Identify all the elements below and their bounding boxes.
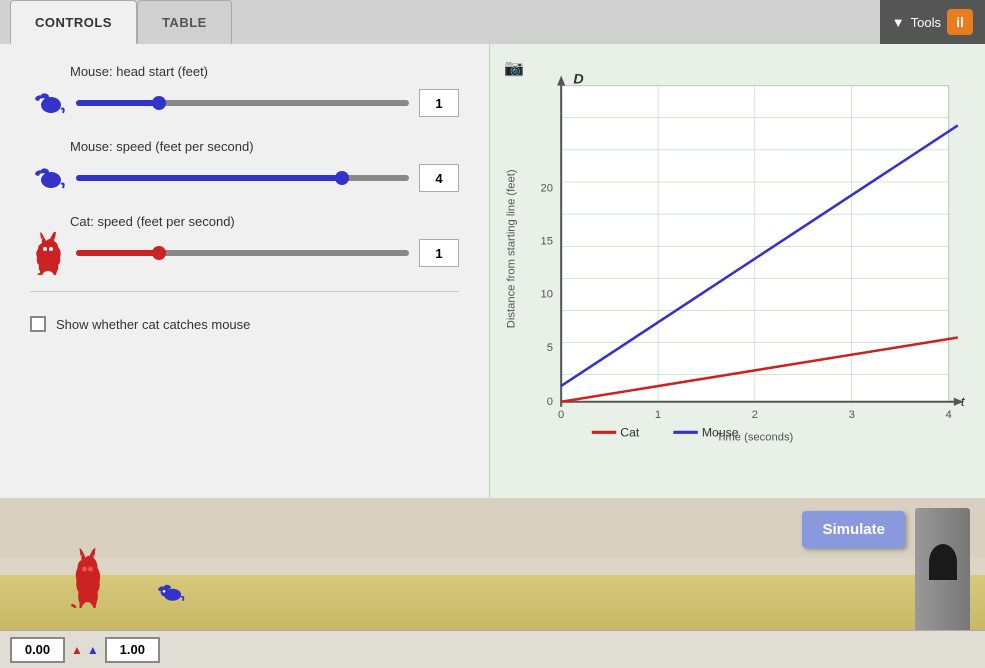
svg-text:0: 0 bbox=[547, 396, 553, 408]
simulate-button[interactable]: Simulate bbox=[802, 511, 905, 548]
cat-arrow-indicator: ▲ bbox=[71, 643, 83, 657]
simulation-area: Simulate 0.00 ▲ ▲ 1.00 bbox=[0, 498, 985, 668]
svg-text:t: t bbox=[961, 394, 966, 409]
cat-speed-label: Cat: speed (feet per second) bbox=[70, 214, 459, 229]
mouse-speed-value: 4 bbox=[419, 164, 459, 192]
mouse-headstart-slider[interactable] bbox=[76, 93, 409, 113]
svg-text:15: 15 bbox=[541, 236, 553, 248]
cat-position-box: 0.00 bbox=[10, 637, 65, 663]
mouse-icon-1 bbox=[30, 85, 66, 121]
cat-speed-track bbox=[76, 250, 409, 256]
mouse-speed-slider[interactable] bbox=[76, 168, 409, 188]
svg-text:Cat: Cat bbox=[620, 425, 640, 439]
cat-speed-fill bbox=[76, 250, 159, 256]
svg-text:Mouse: Mouse bbox=[702, 425, 739, 439]
svg-text:20: 20 bbox=[541, 183, 553, 195]
sim-floor bbox=[0, 575, 985, 630]
cat-catches-checkbox[interactable] bbox=[30, 316, 46, 332]
mouse-speed-thumb[interactable] bbox=[335, 171, 349, 185]
chart-panel: 📷 bbox=[490, 44, 985, 498]
mouse-position-box: 1.00 bbox=[105, 637, 160, 663]
svg-text:D: D bbox=[573, 72, 583, 88]
mouse-headstart-input-row: 1 bbox=[30, 85, 459, 121]
mouse-icon-2 bbox=[30, 160, 66, 196]
svg-text:5: 5 bbox=[547, 342, 553, 354]
svg-text:3: 3 bbox=[849, 409, 855, 421]
svg-text:Distance from starting line (f: Distance from starting line (feet) bbox=[505, 169, 517, 328]
controls-panel: Mouse: head start (feet) bbox=[0, 44, 490, 498]
middle-section: Mouse: head start (feet) bbox=[0, 44, 985, 498]
tools-button[interactable]: ▼ Tools il bbox=[880, 0, 985, 44]
mouse-headstart-thumb[interactable] bbox=[152, 96, 166, 110]
mouse-headstart-value: 1 bbox=[419, 89, 459, 117]
svg-text:2: 2 bbox=[752, 409, 758, 421]
tab-table[interactable]: TABLE bbox=[137, 0, 232, 44]
mouse-simulation bbox=[155, 581, 185, 610]
mouse-speed-control: Mouse: speed (feet per second) bbox=[30, 139, 459, 196]
top-bar: CONTROLS TABLE ▼ Tools il bbox=[0, 0, 985, 44]
cat-speed-value: 1 bbox=[419, 239, 459, 267]
mouse-headstart-track bbox=[76, 100, 409, 106]
tools-label: Tools bbox=[911, 15, 941, 30]
cat-icon bbox=[30, 235, 66, 271]
mouse-speed-label: Mouse: speed (feet per second) bbox=[70, 139, 459, 154]
mouse-headstart-fill bbox=[76, 100, 159, 106]
cat-simulation bbox=[65, 548, 110, 613]
svg-text:4: 4 bbox=[945, 409, 951, 421]
table-tab-label: TABLE bbox=[162, 15, 207, 30]
tools-arrow-icon: ▼ bbox=[892, 15, 905, 30]
svg-text:1: 1 bbox=[655, 409, 661, 421]
cat-speed-thumb[interactable] bbox=[152, 246, 166, 260]
checkbox-row: Show whether cat catches mouse bbox=[30, 316, 459, 332]
mouse-speed-fill bbox=[76, 175, 342, 181]
sim-controls-bar: 0.00 ▲ ▲ 1.00 bbox=[0, 630, 985, 668]
cat-speed-control: Cat: speed (feet per second) bbox=[30, 214, 459, 271]
main-container: CONTROLS TABLE ▼ Tools il Mouse: head st… bbox=[0, 0, 985, 668]
distance-time-chart: 0 5 10 15 20 0 1 2 3 4 D t Distance from… bbox=[500, 60, 969, 458]
mouse-arrow-indicator: ▲ bbox=[87, 643, 99, 657]
mouse-headstart-control: Mouse: head start (feet) bbox=[30, 64, 459, 121]
svg-text:0: 0 bbox=[558, 409, 564, 421]
tools-brand-icon: il bbox=[947, 9, 973, 35]
divider bbox=[30, 291, 459, 292]
svg-text:10: 10 bbox=[541, 289, 553, 301]
mouse-headstart-label: Mouse: head start (feet) bbox=[70, 64, 459, 79]
cat-speed-input-row: 1 bbox=[30, 235, 459, 271]
mouse-speed-track bbox=[76, 175, 409, 181]
camera-icon[interactable]: 📷 bbox=[504, 58, 524, 78]
mouse-speed-input-row: 4 bbox=[30, 160, 459, 196]
tab-controls[interactable]: CONTROLS bbox=[10, 0, 137, 44]
arrow-indicators: ▲ ▲ bbox=[71, 643, 99, 657]
cat-speed-slider[interactable] bbox=[76, 243, 409, 263]
checkbox-label: Show whether cat catches mouse bbox=[56, 317, 250, 332]
controls-tab-label: CONTROLS bbox=[35, 15, 112, 30]
sim-mousehole bbox=[929, 544, 957, 580]
